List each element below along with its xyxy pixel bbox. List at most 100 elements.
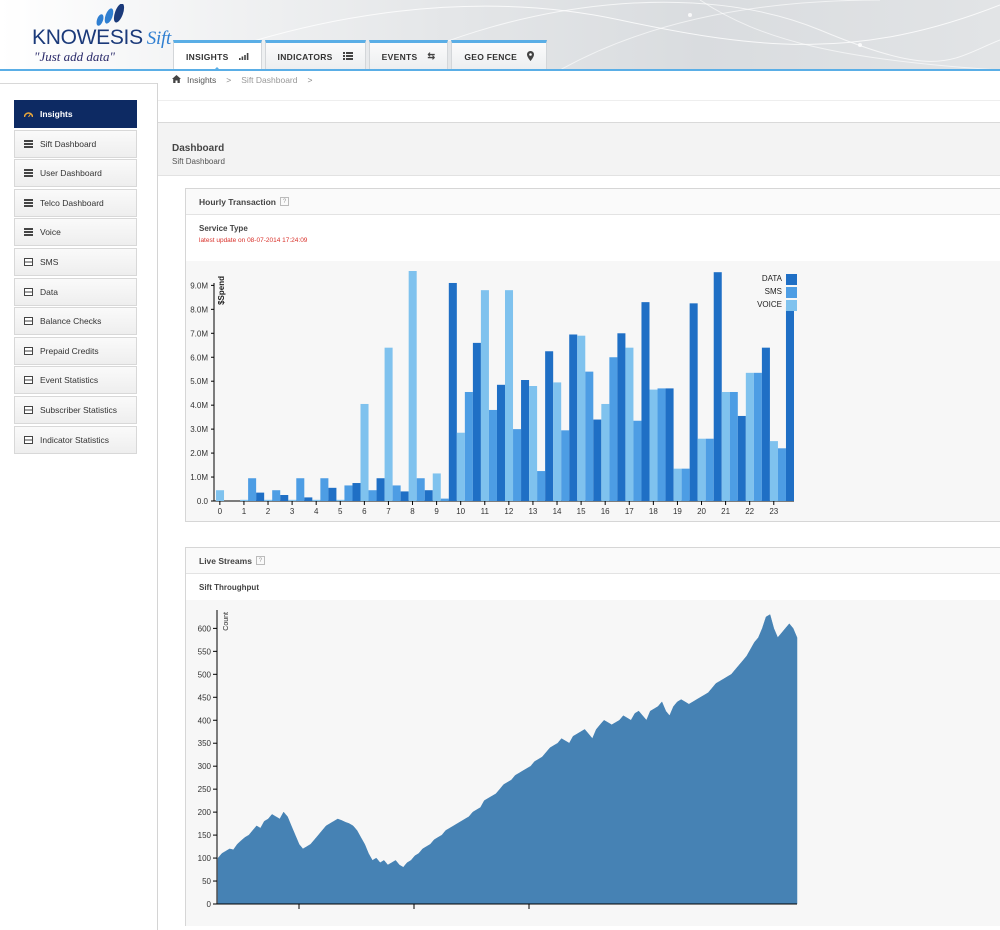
help-icon[interactable]: ? — [280, 197, 289, 206]
tab-label: INDICATORS — [277, 51, 333, 62]
bar-chart-icon — [24, 405, 33, 414]
x-tick-label: 3 — [290, 507, 295, 516]
y-tick-label: 7.0M — [190, 329, 208, 338]
bar-sms — [657, 388, 666, 501]
list-icon — [24, 228, 33, 237]
y-tick-label: 250 — [198, 785, 212, 794]
bar-data — [569, 334, 578, 501]
logo-mark-icon — [96, 4, 125, 26]
y-tick-label: 100 — [198, 854, 212, 863]
x-tick-label: 7 — [386, 507, 391, 516]
live-streams-panel: Live Streams ? Sift Throughput 0 50 100 150… — [185, 547, 1000, 926]
sidebar-item-sift-dashboard[interactable]: Sift Dashboard — [14, 129, 137, 158]
sidebar-item-event-statistics[interactable]: Event Statistics — [14, 366, 137, 395]
bar-sms — [488, 409, 497, 501]
main-tabs: INSIGHTS INDICATORS EVENTS ⇆ GEO FENCE — [173, 40, 548, 69]
bar-sms — [296, 478, 305, 501]
sidebar-item-telco-dashboard[interactable]: Telco Dashboard — [14, 188, 137, 217]
sidebar-item-prepaid-credits[interactable]: Prepaid Credits — [14, 336, 137, 365]
bar-voice — [360, 403, 369, 501]
home-icon — [172, 75, 181, 85]
bar-sms — [633, 420, 642, 501]
tab-indicators[interactable]: INDICATORS — [264, 40, 366, 69]
sidebar-item-balance-checks[interactable]: Balance Checks — [14, 307, 137, 336]
sidebar-item-data[interactable]: Data — [14, 277, 137, 306]
sidebar-item-label: Voice — [40, 227, 61, 238]
content-divider — [157, 83, 158, 930]
x-tick-label: 19 — [673, 507, 682, 516]
bar-voice — [264, 499, 273, 501]
bar-sms — [561, 430, 570, 501]
y-tick-label: 5.0M — [190, 377, 208, 386]
brand-logo[interactable]: KNOWESIS Sift "Just add data" — [30, 4, 171, 64]
y-tick-label: 2.0M — [190, 449, 208, 458]
bar-chart-icon — [24, 257, 33, 266]
breadcrumb-current[interactable]: Sift Dashboard — [241, 75, 297, 85]
brand-product-text: Sift — [146, 28, 171, 49]
breadcrumb-insights-link[interactable]: Insights — [187, 75, 216, 85]
y-tick-label: 9.0M — [190, 281, 208, 290]
bar-data — [328, 487, 337, 501]
bar-data — [665, 388, 674, 501]
x-tick-label: 14 — [553, 507, 562, 516]
list-icon — [24, 139, 33, 148]
bar-voice — [432, 473, 441, 501]
panel-header: Hourly Transaction ? — [186, 189, 1000, 215]
signal-bars-icon — [238, 52, 249, 62]
bar-voice — [769, 441, 778, 501]
bar-chart-icon — [24, 435, 33, 444]
sidebar-item-sms[interactable]: SMS — [14, 247, 137, 276]
y-tick-label: 0 — [207, 900, 212, 909]
bar-data — [689, 303, 698, 501]
help-icon[interactable]: ? — [255, 556, 265, 565]
bar-sms — [464, 391, 473, 501]
bar-data — [641, 302, 650, 501]
bar-data — [521, 380, 530, 501]
panel-header: Live Streams ? — [186, 548, 1000, 574]
y-tick-label: 50 — [202, 877, 211, 886]
bar-data — [256, 492, 265, 501]
x-tick-label: 17 — [625, 507, 634, 516]
x-tick-label: 12 — [504, 507, 513, 516]
bar-sms — [753, 372, 762, 501]
bar-sms — [537, 471, 546, 501]
y-tick-label: 550 — [198, 647, 212, 656]
y-tick-label: 600 — [198, 624, 212, 633]
bar-sms — [248, 478, 257, 501]
bar-chart-icon — [24, 376, 33, 385]
tab-events[interactable]: EVENTS ⇆ — [368, 40, 449, 69]
x-tick-label: 15 — [577, 507, 586, 516]
bar-sms — [513, 429, 522, 501]
y-tick-label: 500 — [198, 670, 212, 679]
sidebar-item-voice[interactable]: Voice — [14, 218, 137, 247]
sidebar-item-insights[interactable]: Insights — [14, 100, 137, 128]
y-axis-label: $Spend — [217, 276, 226, 305]
bar-sms — [272, 490, 281, 501]
sidebar-item-label: Sift Dashboard — [40, 138, 97, 149]
bar-sms — [440, 498, 449, 501]
y-tick-label: 0.0 — [197, 497, 209, 506]
legend-swatch — [786, 287, 797, 298]
y-tick-label: 1.0M — [190, 473, 208, 482]
sidebar-item-user-dashboard[interactable]: User Dashboard — [14, 159, 137, 188]
bar-voice — [384, 347, 393, 501]
tab-insights[interactable]: INSIGHTS — [173, 40, 262, 69]
sidebar-item-indicator-statistics[interactable]: Indicator Statistics — [14, 425, 137, 454]
retweet-icon: ⇆ — [427, 51, 436, 61]
sidebar-item-label: Subscriber Statistics — [40, 404, 117, 415]
bar-voice — [745, 372, 754, 501]
bar-voice — [216, 490, 225, 501]
bar-sms — [368, 490, 377, 501]
page-title: Dashboard — [172, 143, 225, 154]
x-tick-label: 22 — [745, 507, 754, 516]
breadcrumb: Insights > Sift Dashboard > — [172, 75, 316, 85]
sidebar-item-label: Prepaid Credits — [40, 345, 99, 356]
bar-voice — [288, 499, 297, 501]
bar-chart-icon — [24, 287, 33, 296]
x-tick-label: 10 — [456, 507, 465, 516]
brand-name: KNOWESIS Sift — [32, 26, 171, 50]
bar-voice — [721, 391, 730, 501]
sidebar-item-label: SMS — [40, 256, 59, 267]
tab-geo-fence[interactable]: GEO FENCE — [451, 40, 548, 69]
sidebar-item-subscriber-statistics[interactable]: Subscriber Statistics — [14, 395, 137, 424]
